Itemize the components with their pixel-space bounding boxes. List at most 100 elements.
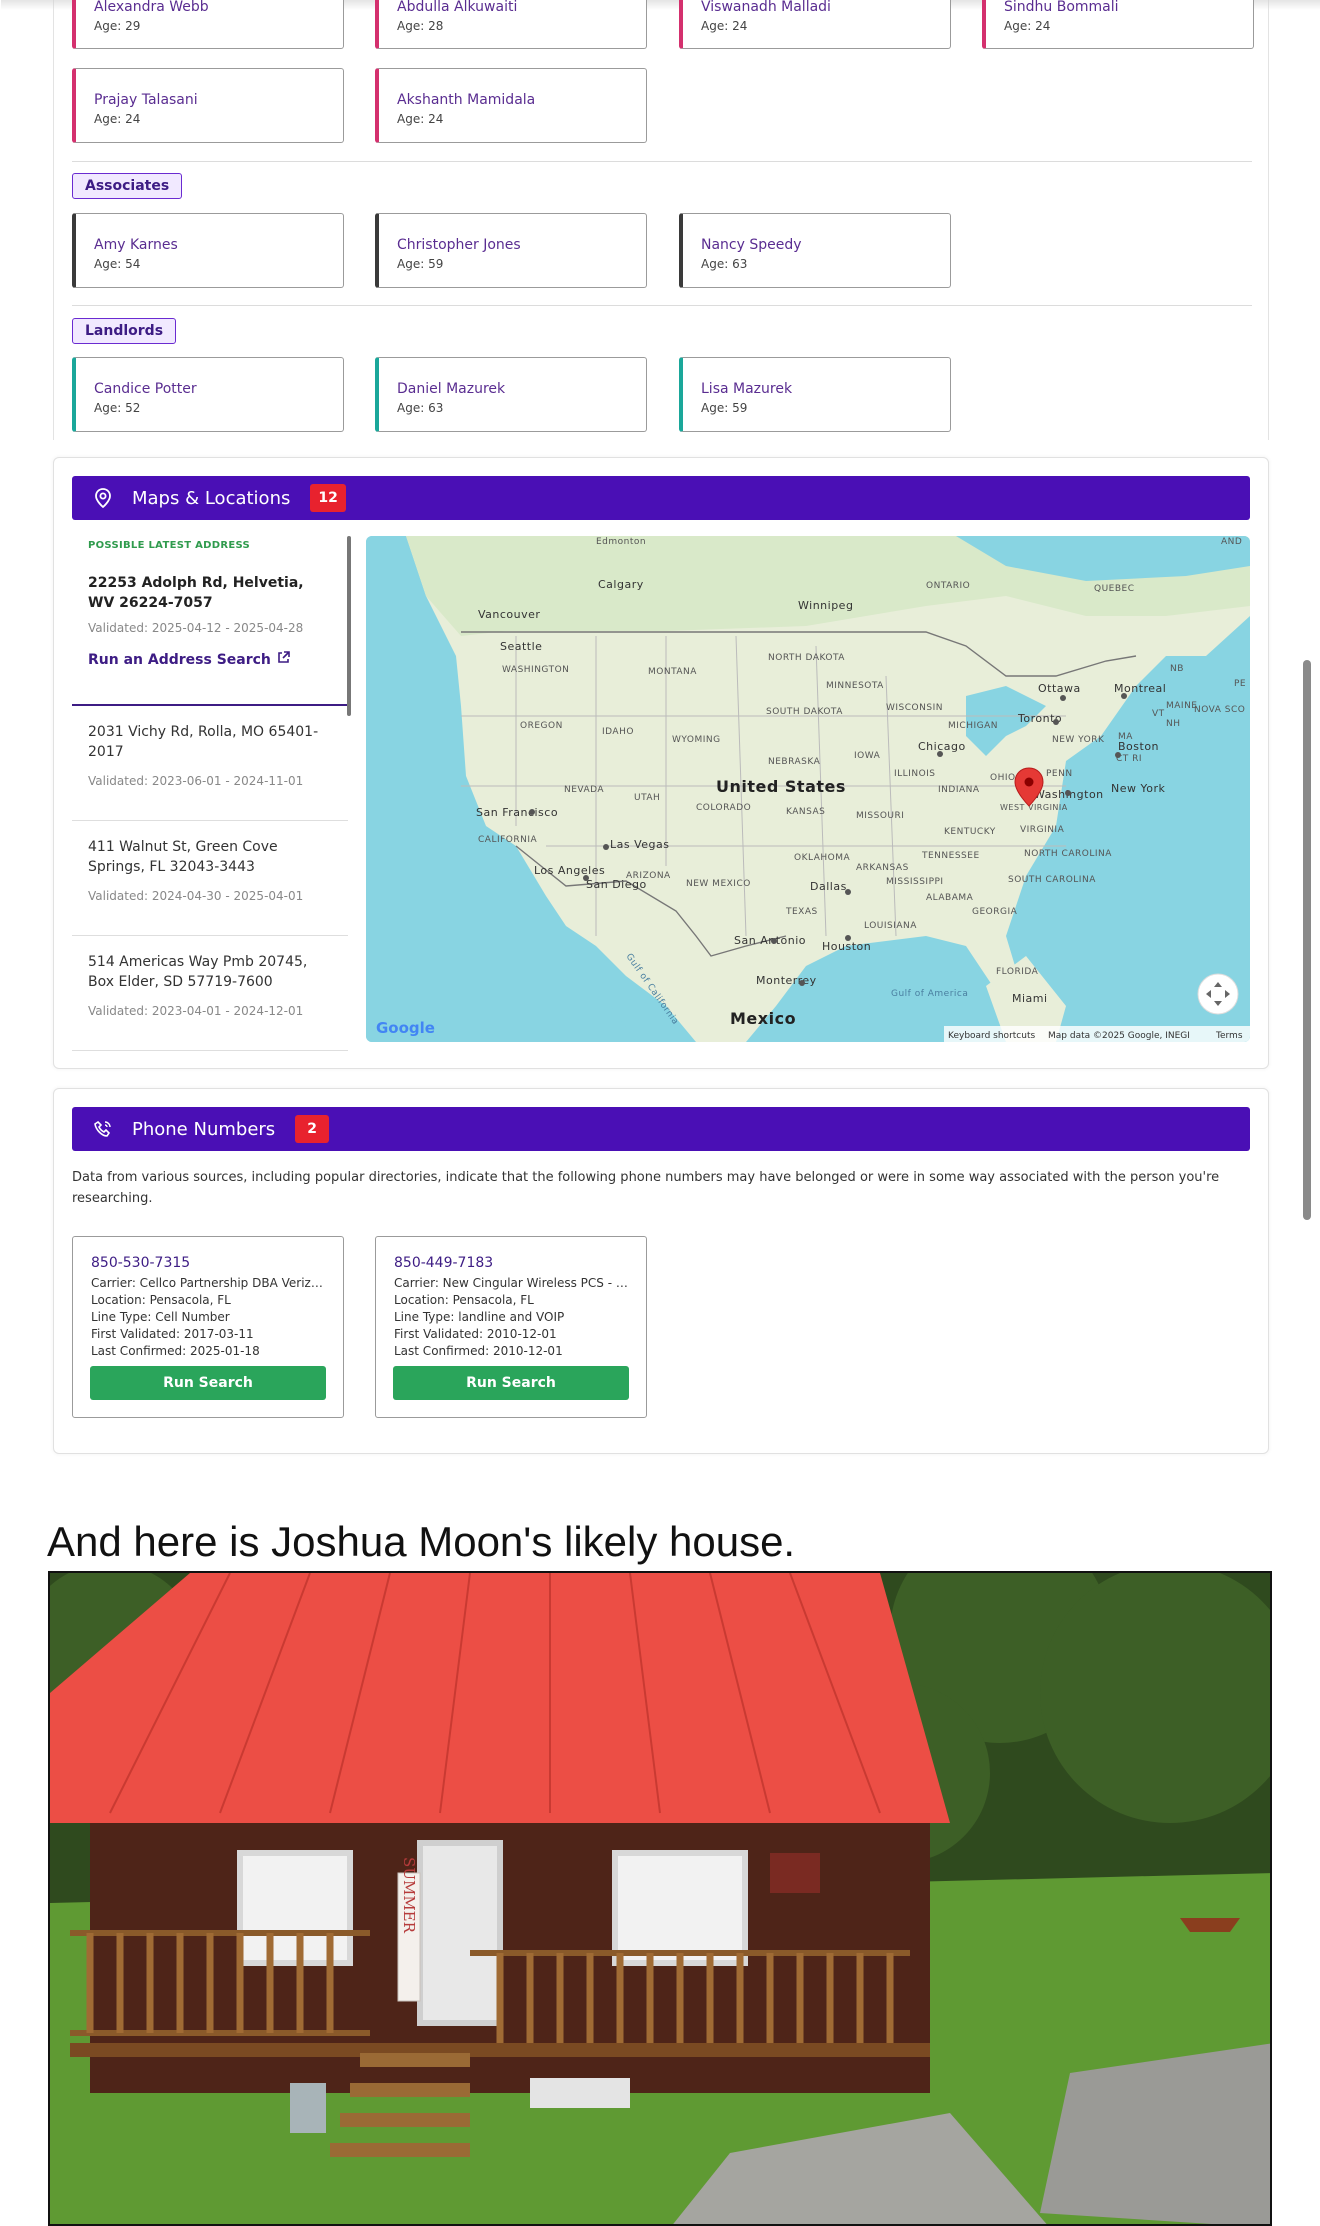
address-item[interactable]: 2031 Vichy Rd, Rolla, MO 65401-2017 Vali… [72,706,348,821]
run-address-search-link[interactable]: Run an Address Search [88,651,332,668]
map-label: WYOMING [672,735,721,745]
associate-card[interactable]: Nancy Speedy Age: 63 [679,213,951,288]
map-label: OHIO [990,773,1016,783]
map-label: Ottawa [1038,682,1081,695]
map-label: TENNESSEE [921,851,980,861]
map-label: United States [716,777,846,796]
person-name: Viswanadh Malladi [701,0,831,15]
run-search-button[interactable]: Run Search [90,1366,326,1400]
map-label: Seattle [500,640,542,653]
person-card[interactable]: Akshanth Mamidala Age: 24 [375,68,647,143]
associate-card[interactable]: Amy Karnes Age: 54 [72,213,344,288]
maps-title: Maps & Locations [132,487,291,509]
phone-line-type: Line Type: landline and VOIP [394,1310,565,1324]
address-validated: Validated: 2024-04-30 - 2025-04-01 [88,889,304,903]
map-label: Mexico [730,1009,796,1028]
landlords-tag: Landlords [72,318,177,344]
associates-tag: Associates [72,173,183,199]
map-label: MISSISSIPPI [886,877,944,887]
address-item[interactable]: 411 Walnut St, Green Cove Springs, FL 32… [72,821,348,936]
phones-count-badge: 2 [295,1115,330,1143]
map-label: MICHIGAN [948,721,998,731]
map-label: ILLINOIS [894,769,936,779]
map-label: MISSOURI [856,811,904,821]
phone-first-validated: First Validated: 2017-03-11 [91,1327,254,1341]
person-age: Age: 59 [397,257,444,271]
person-age: Age: 24 [94,112,141,126]
maps-panel: Maps & Locations 12 POSSIBLE LATEST ADDR… [53,457,1269,1069]
landlord-card[interactable]: Daniel Mazurek Age: 63 [375,357,647,432]
person-name: Christopher Jones [397,237,521,253]
phone-number[interactable]: 850-449-7183 [394,1255,628,1271]
page-scrollbar[interactable] [1303,660,1311,1220]
map-label: Gulf of America [891,989,968,999]
landlord-card[interactable]: Candice Potter Age: 52 [72,357,344,432]
map-label: Calgary [598,578,644,591]
landlord-card[interactable]: Lisa Mazurek Age: 59 [679,357,951,432]
phone-number[interactable]: 850-530-7315 [91,1255,325,1271]
map-label: San Francisco [476,806,558,819]
person-name: Prajay Talasani [94,92,198,108]
run-address-search-label: Run an Address Search [88,651,271,668]
map-label: San Diego [586,878,647,891]
phone-card: 850-449-7183 Carrier: New Cingular Wirel… [375,1236,647,1418]
run-search-button[interactable]: Run Search [393,1366,629,1400]
map-label: New York [1111,782,1166,795]
map-label: KANSAS [786,807,825,817]
map-label: ALABAMA [926,893,974,903]
maps-header: Maps & Locations 12 [72,476,1250,520]
map-label: INDIANA [938,785,980,795]
associate-card[interactable]: Christopher Jones Age: 59 [375,213,647,288]
house-photo: SUMMER [48,1571,1272,2226]
person-age: Age: 24 [1004,19,1051,33]
map-label: KENTUCKY [944,827,996,837]
latest-address-item[interactable]: POSSIBLE LATEST ADDRESS 22253 Adolph Rd,… [72,536,348,706]
person-card[interactable]: Abdulla Alkuwaiti Age: 28 [375,0,647,49]
map-terms-link[interactable]: Terms [1215,1031,1243,1041]
fullscreen-icon[interactable] [1197,973,1239,1015]
address-list[interactable]: POSSIBLE LATEST ADDRESS 22253 Adolph Rd,… [72,536,348,1056]
map-label: SOUTH CAROLINA [1008,875,1096,885]
maps-count-badge: 12 [310,484,346,512]
person-age: Age: 28 [397,19,444,33]
people-panel: Alexandra Webb Age: 29 Abdulla Alkuwaiti… [1,0,1320,440]
map-label: NEW MEXICO [686,879,751,889]
person-age: Age: 24 [397,112,444,126]
map-label: NEW YORK [1052,735,1105,745]
map-label: Miami [1012,992,1048,1005]
phone-first-validated: First Validated: 2010-12-01 [394,1327,557,1341]
address-validated: Validated: 2023-04-01 - 2024-12-01 [88,1004,304,1018]
address-text: 411 Walnut St, Green Cove Springs, FL 32… [88,839,278,875]
person-card[interactable]: Alexandra Webb Age: 29 [72,0,344,49]
section-divider [72,305,1252,306]
map-label: AND [1221,537,1242,547]
phone-last-confirmed: Last Confirmed: 2010-12-01 [394,1344,563,1358]
map-view[interactable]: Edmonton Calgary Winnipeg ONTARIO QUEBEC… [366,536,1250,1042]
phone-location: Location: Pensacola, FL [394,1293,534,1307]
person-card[interactable]: Sindhu Bommali Age: 24 [982,0,1254,49]
map-label: Vancouver [478,608,540,621]
person-name: Daniel Mazurek [397,381,506,397]
map-label: Edmonton [596,537,646,547]
phone-card: 850-530-7315 Carrier: Cellco Partnership… [72,1236,344,1418]
map-label: CALIFORNIA [478,835,538,845]
map-keyboard-shortcuts-link[interactable]: Keyboard shortcuts [948,1031,1035,1041]
map-label: Chicago [918,740,966,753]
map-label: NH [1166,719,1181,729]
person-age: Age: 59 [701,401,748,415]
person-card[interactable]: Viswanadh Malladi Age: 24 [679,0,951,49]
address-validated: Validated: 2023-06-01 - 2024-11-01 [88,774,304,788]
map-label: FLORIDA [996,967,1039,977]
person-age: Age: 52 [94,401,141,415]
person-card[interactable]: Prajay Talasani Age: 24 [72,68,344,143]
address-text: 514 Americas Way Pmb 20745, Box Elder, S… [88,954,308,990]
person-name: Lisa Mazurek [701,381,793,397]
map-label: OREGON [520,721,563,731]
phones-title: Phone Numbers [132,1118,276,1140]
map-label: UTAH [634,793,660,803]
latest-address-validated: Validated: 2025-04-12 - 2025-04-28 [88,621,304,635]
house-caption: And here is Joshua Moon's likely house. [47,1518,796,1565]
address-list-scrollbar[interactable] [347,536,351,716]
address-item[interactable]: 514 Americas Way Pmb 20745, Box Elder, S… [72,936,348,1051]
phone-carrier: Carrier: Cellco Partnership DBA Verizon … [91,1276,325,1290]
